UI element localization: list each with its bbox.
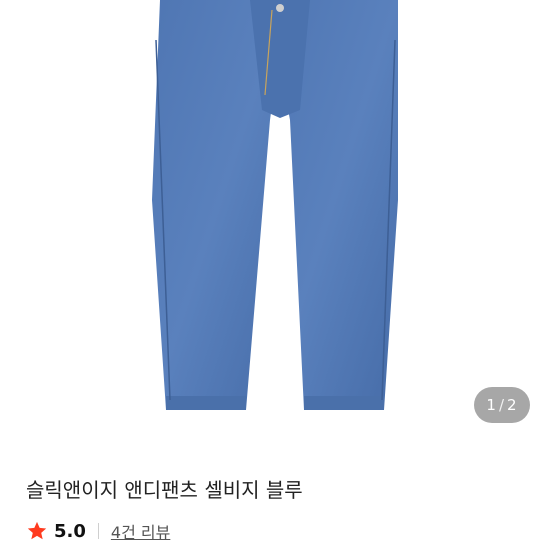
divider xyxy=(97,523,99,539)
jeans-image xyxy=(152,0,398,410)
product-image-gallery[interactable]: 1 / 2 xyxy=(0,0,554,443)
image-index: 1 xyxy=(486,396,497,414)
rating-row: 5.0 4건 리뷰 xyxy=(26,518,170,544)
image-total: 2 xyxy=(507,396,518,414)
rating-score: 5.0 xyxy=(54,520,86,542)
review-count-link[interactable]: 4건 리뷰 xyxy=(111,519,170,543)
image-separator: / xyxy=(498,396,506,414)
image-counter: 1 / 2 xyxy=(474,387,530,423)
star-icon xyxy=(27,521,47,540)
product-title: 슬릭앤이지 앤디팬츠 셀비지 블루 xyxy=(26,478,303,502)
